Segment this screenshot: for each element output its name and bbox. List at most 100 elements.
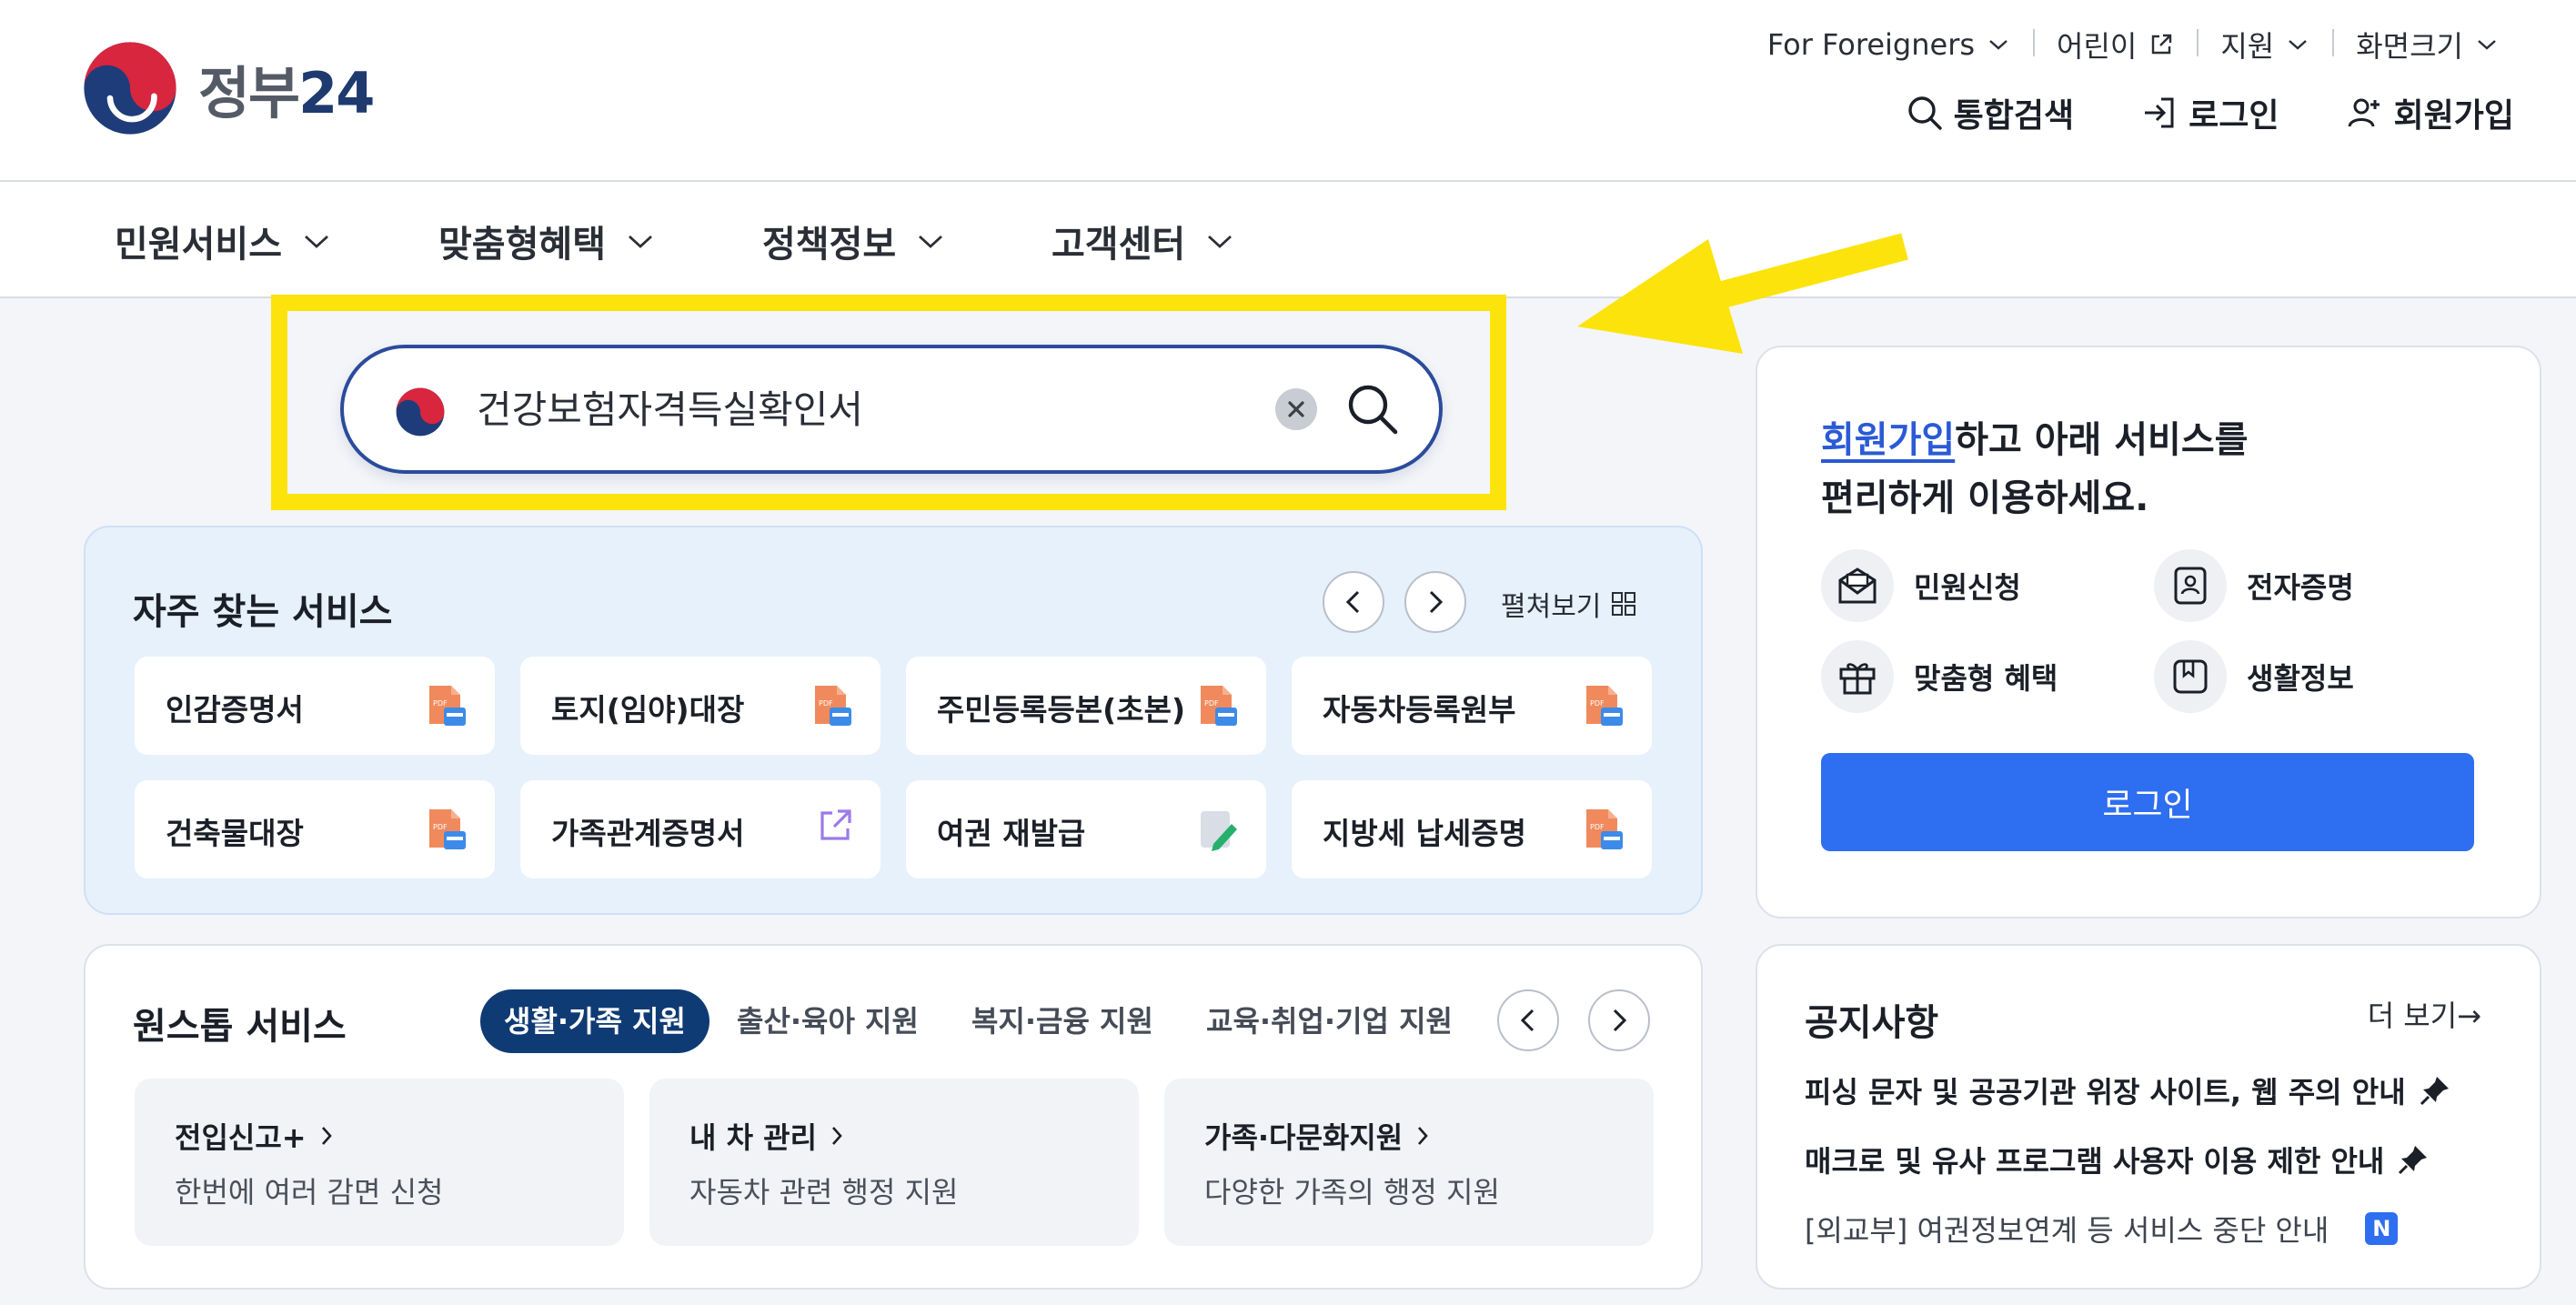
gnb-civil-services[interactable]: 민원서비스 <box>115 215 331 267</box>
signup-message: 회원가입하고 아래 서비스를 편리하게 이용하세요. <box>1821 411 2248 527</box>
grid-icon <box>1612 592 1636 616</box>
notice-item[interactable]: 매크로 및 유사 프로그램 사용자 이용 제한 안내 <box>1805 1139 2430 1180</box>
login-link[interactable]: 로그인 <box>2141 89 2279 136</box>
gnb-policy-info[interactable]: 정책정보 <box>762 215 945 267</box>
notice-item[interactable]: [외교부] 여권정보연계 등 서비스 중단 안내 N <box>1805 1208 2399 1250</box>
gov24-logo[interactable]: 정부24 <box>80 38 375 138</box>
frequent-next-button[interactable] <box>1404 571 1466 633</box>
card-description: 다양한 가족의 행정 지원 <box>1204 1175 1500 1210</box>
frequent-services-title: 자주 찾는 서비스 <box>133 591 393 633</box>
bubble <box>1821 640 1894 713</box>
login-icon <box>2145 97 2174 128</box>
quick-civil-request[interactable]: 민원신청 <box>1821 549 2021 622</box>
one-stop-services-panel: 원스톱 서비스 생활·가족 지원 출산·육아 지원 복지·금융 지원 교육·취업… <box>84 944 1703 1290</box>
integrated-search-link[interactable]: 통합검색 <box>1907 89 2074 136</box>
pdf-doc-icon: PDF <box>429 809 466 849</box>
signup-inline-link[interactable]: 회원가입 <box>1821 419 1955 461</box>
notice-item[interactable]: 피싱 문자 및 공공기관 위장 사이트, 웹 주의 안내 <box>1805 1069 2451 1111</box>
one-stop-title: 원스톱 서비스 <box>133 1006 347 1048</box>
pdf-doc-icon: PDF <box>1586 809 1623 849</box>
util-label: 어린이 <box>2057 29 2138 64</box>
onestop-card-my-car[interactable]: 내 차 관리 자동차 관련 행정 지원 <box>649 1079 1139 1246</box>
frequent-services-panel: 자주 찾는 서비스 펼쳐보기 인감증명서 PDF 토지(임야)대장 PDF 주민… <box>84 526 1703 915</box>
quick-custom-benefits[interactable]: 맞춤형 혜택 <box>1821 640 2058 713</box>
service-resident-register[interactable]: 주민등록등본(초본) PDF <box>906 657 1266 755</box>
quick-e-certificate[interactable]: 전자증명 <box>2154 549 2354 622</box>
signup-link[interactable]: 회원가입 <box>2347 89 2514 136</box>
chevron-down-icon <box>305 235 328 248</box>
svg-text:PDF: PDF <box>433 699 448 708</box>
quick-life-info[interactable]: 생활정보 <box>2154 640 2354 713</box>
expand-all-link[interactable]: 펼쳐보기 <box>1501 584 1637 624</box>
svg-text:PDF: PDF <box>1590 699 1605 708</box>
gnb-label: 민원서비스 <box>115 224 282 266</box>
util-for-foreigners[interactable]: For Foreigners <box>1744 27 2033 62</box>
chevron-left-icon <box>1345 590 1360 614</box>
main-search-bar[interactable] <box>340 345 1443 474</box>
tab-education-jobs[interactable]: 교육·취업·기업 지원 <box>1206 989 1453 1053</box>
bookmark-book-icon <box>2173 659 2208 694</box>
mail-doc-icon <box>1838 567 1877 604</box>
login-promo-card: 회원가입하고 아래 서비스를 편리하게 이용하세요. 민원신청 전자증명 맞춤형… <box>1756 346 2541 919</box>
onestop-card-move-in[interactable]: 전입신고+ 한번에 여러 감면 신청 <box>135 1079 624 1246</box>
quick-label: 민원신청 <box>1914 570 2021 605</box>
service-land-register[interactable]: 토지(임야)대장 PDF <box>520 657 880 755</box>
quick-label: 생활정보 <box>2247 661 2354 696</box>
integrated-search-label: 통합검색 <box>1953 97 2075 135</box>
search-submit-button[interactable] <box>1344 381 1401 441</box>
tab-welfare-finance[interactable]: 복지·금융 지원 <box>971 989 1153 1053</box>
service-building-register[interactable]: 건축물대장 PDF <box>135 780 495 878</box>
chevron-right-icon <box>1429 590 1444 614</box>
pin-icon <box>2399 1146 2428 1175</box>
main-navigation: 민원서비스 맞춤형혜택 정책정보 고객센터 <box>0 182 2576 298</box>
clear-search-button[interactable] <box>1275 388 1317 430</box>
chevron-right-icon <box>321 1127 332 1145</box>
add-user-icon <box>2348 98 2380 127</box>
service-vehicle-register[interactable]: 자동차등록원부 PDF <box>1292 657 1652 755</box>
pdf-doc-icon: PDF <box>1201 686 1237 726</box>
tab-life-family[interactable]: 생활·가족 지원 <box>480 989 709 1053</box>
card-title: 전입신고+ <box>175 1115 334 1157</box>
pin-icon <box>2420 1077 2449 1106</box>
chevron-down-icon <box>1208 235 1233 248</box>
signup-label: 회원가입 <box>2393 97 2514 135</box>
frequent-prev-button[interactable] <box>1323 571 1384 633</box>
util-support[interactable]: 지원 <box>2197 24 2332 65</box>
bubble <box>2154 640 2227 713</box>
service-label: 자동차등록원부 <box>1323 692 1516 728</box>
tab-birth-childcare[interactable]: 출산·육아 지원 <box>737 989 919 1053</box>
service-seal-certificate[interactable]: 인감증명서 PDF <box>135 657 495 755</box>
chevron-down-icon <box>629 235 652 248</box>
quick-label: 맞춤형 혜택 <box>1914 661 2058 696</box>
gnb-label: 고객센터 <box>1052 224 1186 266</box>
notice-text: 피싱 문자 및 공공기관 위장 사이트, 웹 주의 안내 <box>1805 1075 2406 1109</box>
onestop-prev-button[interactable] <box>1497 989 1559 1051</box>
logo-wordmark: 정부24 <box>198 60 375 126</box>
gnb-custom-benefits[interactable]: 맞춤형혜택 <box>438 215 655 267</box>
service-local-tax-certificate[interactable]: 지방세 납세증명 PDF <box>1292 780 1652 878</box>
search-icon <box>1907 96 1942 130</box>
quick-label: 전자증명 <box>2247 570 2354 605</box>
onestop-next-button[interactable] <box>1588 989 1650 1051</box>
onestop-card-family-multicultural[interactable]: 가족·다문화지원 다양한 가족의 행정 지원 <box>1164 1079 1654 1246</box>
util-screen-size[interactable]: 화면크기 <box>2332 24 2521 65</box>
top-actions: 통합검색 로그인 회원가입 <box>1839 89 2514 136</box>
notice-text: [외교부] 여권정보연계 등 서비스 중단 안내 <box>1805 1213 2329 1248</box>
chevron-right-icon <box>1613 1009 1627 1032</box>
service-label: 가족관계증명서 <box>551 816 745 851</box>
util-label: For Foreigners <box>1766 27 1976 62</box>
login-button[interactable]: 로그인 <box>1821 753 2474 851</box>
notices-more-link[interactable]: 더 보기→ <box>2368 993 2481 1035</box>
service-label: 인감증명서 <box>166 692 304 728</box>
search-input[interactable] <box>477 385 1204 429</box>
service-family-relation[interactable]: 가족관계증명서 <box>520 780 880 878</box>
util-kids[interactable]: 어린이 <box>2033 24 2197 65</box>
card-description: 자동차 관련 행정 지원 <box>689 1175 959 1210</box>
chevron-right-icon <box>832 1127 842 1145</box>
expand-label: 펼쳐보기 <box>1501 591 1602 623</box>
bubble <box>2154 549 2227 622</box>
service-passport-reissue[interactable]: 여권 재발급 <box>906 780 1266 878</box>
gnb-customer-center[interactable]: 고객센터 <box>1052 215 1234 267</box>
chevron-down-icon <box>919 235 943 248</box>
card-title: 내 차 관리 <box>689 1115 844 1157</box>
